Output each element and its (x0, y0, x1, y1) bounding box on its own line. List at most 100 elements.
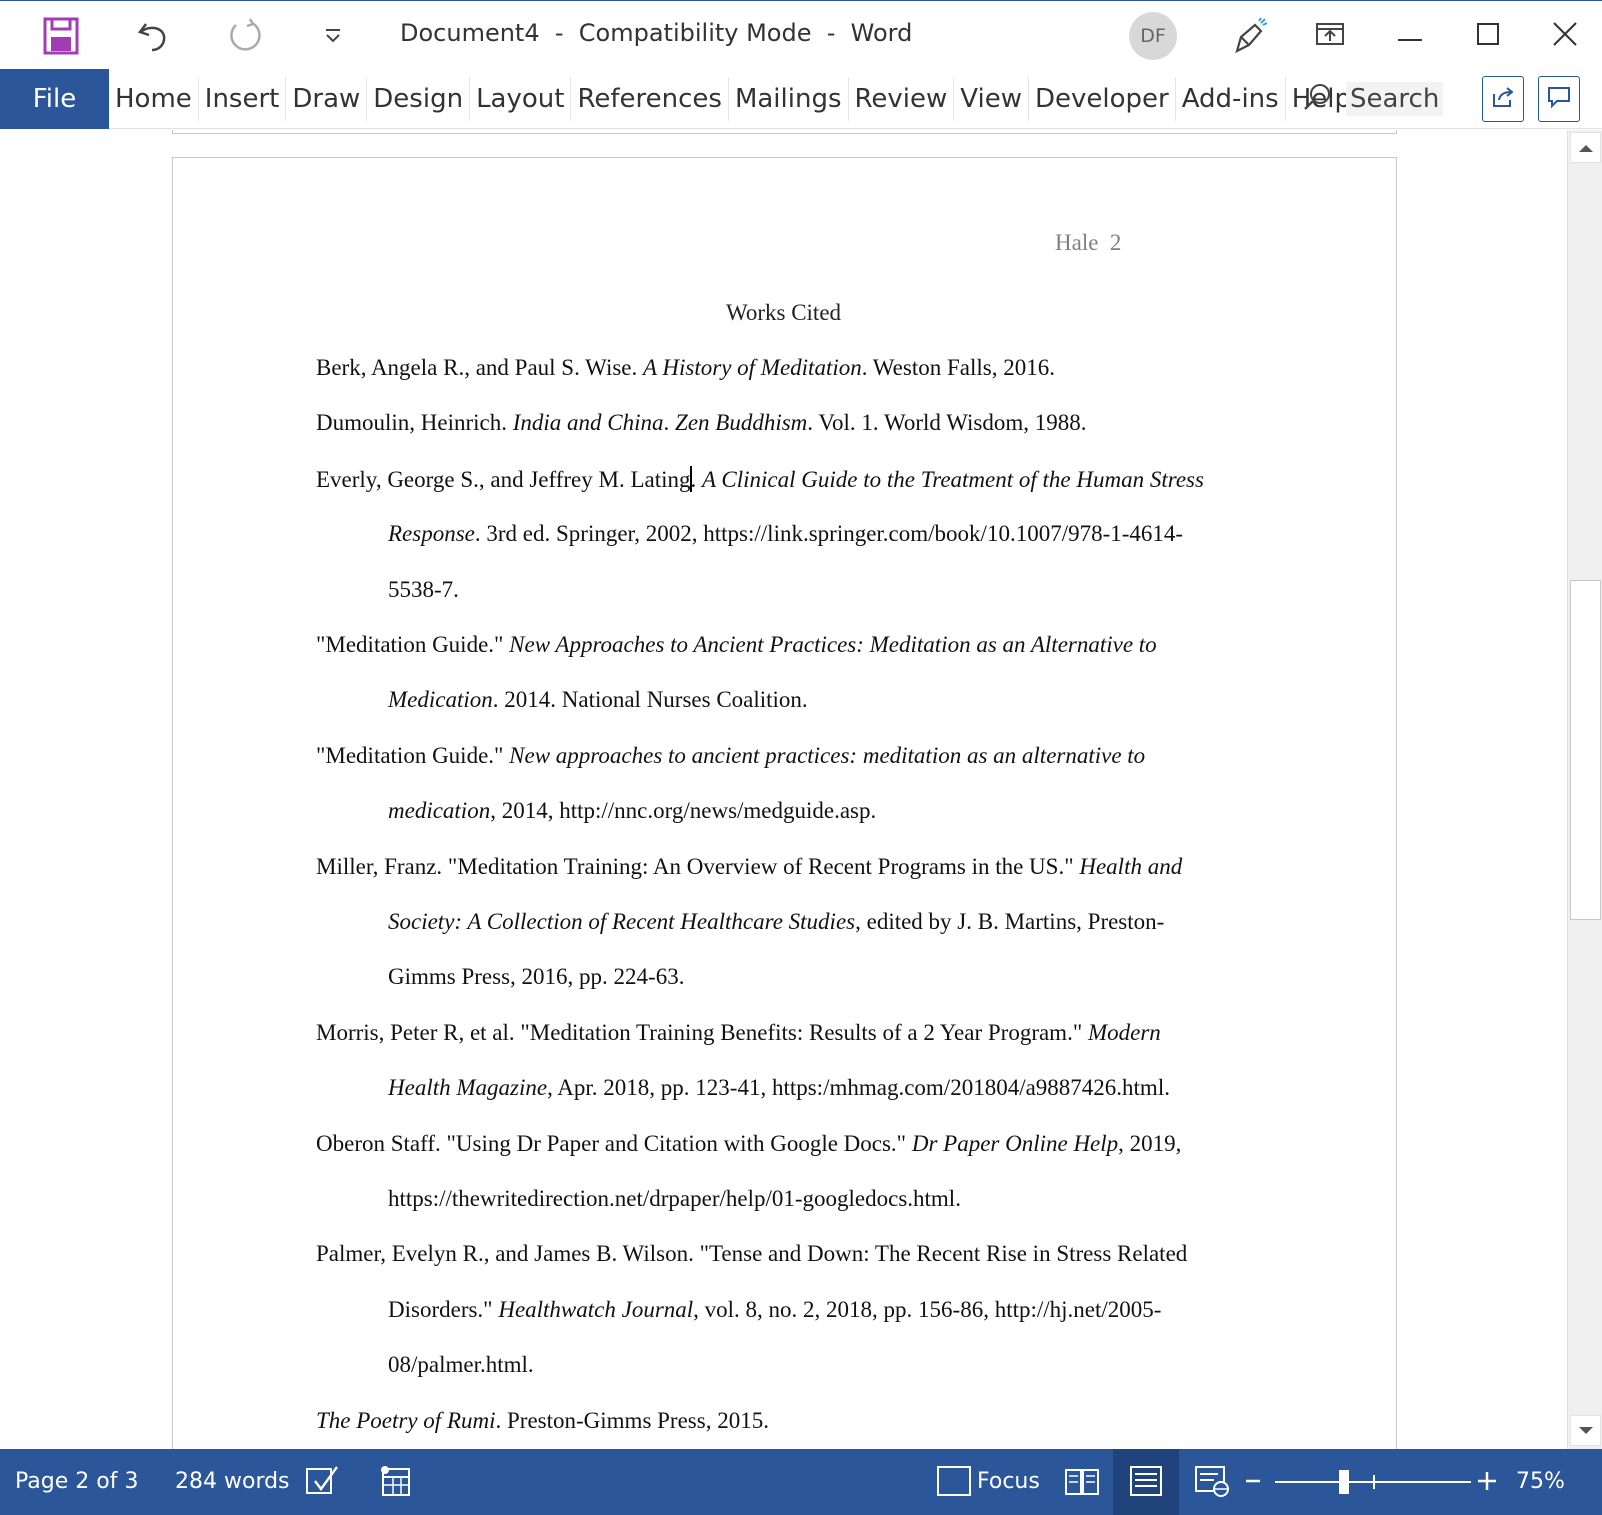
citation-title-text: New approaches to ancient practices: med… (509, 742, 1146, 768)
citation-text: , 2019, (1118, 1130, 1182, 1156)
citation-text: , 2014, http://nnc.org/news/medguide.asp… (490, 798, 877, 824)
ribbon-display-icon (1315, 21, 1345, 51)
citation-line: Disorders." Healthwatch Journal, vol. 8,… (388, 1297, 1161, 1323)
search-label: Search (1346, 82, 1444, 116)
citation-line: Palmer, Evelyn R., and James B. Wilson. … (316, 1241, 1187, 1267)
citation-line: "Meditation Guide." New Approaches to An… (316, 632, 1157, 658)
scroll-up-button[interactable] (1570, 132, 1601, 163)
scrollbar-thumb[interactable] (1570, 580, 1601, 920)
page-header: Hale 2 (1055, 230, 1122, 255)
citation-title-text: Health and (1079, 853, 1183, 879)
minimize-icon (1398, 27, 1422, 46)
citation-title-text: Healthwatch Journal (498, 1296, 694, 1322)
zoom-level[interactable]: 75% (1516, 1469, 1565, 1494)
redo-icon[interactable] (220, 11, 270, 61)
web-layout-icon[interactable] (1192, 1463, 1232, 1499)
citation-line: 5538-7. (388, 577, 459, 603)
previous-page-edge (172, 130, 1397, 134)
citation-text: , edited by J. B. Martins, Preston- (855, 909, 1165, 934)
citation-line: Society: A Collection of Recent Healthca… (388, 909, 1164, 935)
vertical-scrollbar[interactable] (1567, 130, 1602, 1449)
focus-mode-icon[interactable] (934, 1463, 974, 1499)
citation-title-text: A History of Meditation (643, 355, 862, 380)
macro-recording-icon[interactable] (376, 1463, 416, 1499)
citation-title-text: Society: A Collection of Recent Healthca… (388, 909, 856, 934)
focus-label[interactable]: Focus (977, 1469, 1040, 1494)
citation-text: "Meditation Guide." (316, 632, 510, 657)
citation-title-text: India and China (512, 410, 664, 436)
citation-line: 08/palmer.html. (388, 1352, 534, 1378)
zoom-slider-thumb[interactable] (1338, 1470, 1349, 1494)
citation-line: Morris, Peter R, et al. "Meditation Trai… (316, 1020, 1161, 1046)
citation-text: . (663, 410, 676, 436)
zoom-in-button[interactable] (1474, 1463, 1500, 1499)
close-icon (1553, 22, 1577, 50)
minimize-button[interactable] (1380, 11, 1440, 61)
citation-text: . Preston-Gimms Press, 2015. (495, 1407, 769, 1433)
tab-home[interactable]: Home (109, 77, 199, 121)
citation-title-text: Health Magazine (388, 1075, 548, 1101)
title-bar: Document4 - Compatibility Mode - Word DF (0, 0, 1602, 69)
search-box[interactable]: Search (1302, 77, 1444, 121)
tab-draw[interactable]: Draw (286, 77, 368, 121)
status-bar: Page 2 of 3 284 words Focus 75% (0, 1449, 1602, 1515)
search-icon (1302, 82, 1332, 116)
tab-layout[interactable]: Layout (470, 77, 572, 121)
citation-title-text: Zen Buddhism (675, 410, 808, 436)
citation-title-text: New Approaches to Ancient Practices: Med… (509, 632, 1157, 657)
tab-insert[interactable]: Insert (199, 77, 287, 121)
citation-text: Dumoulin, Heinrich. (316, 410, 513, 436)
citation-line: Health Magazine, Apr. 2018, pp. 123-41, … (388, 1075, 1170, 1101)
citation-line: "Meditation Guide." New approaches to an… (316, 743, 1145, 769)
zoom-slider-midpoint (1373, 1475, 1375, 1489)
tab-view[interactable]: View (954, 77, 1029, 121)
citation-line: Medication. 2014. National Nurses Coalit… (388, 687, 808, 713)
page-number-indicator[interactable]: Page 2 of 3 (15, 1469, 138, 1494)
designer-icon[interactable] (1225, 11, 1275, 61)
word-count[interactable]: 284 words (175, 1469, 290, 1494)
print-layout-icon[interactable] (1126, 1463, 1166, 1499)
citation-text: . (690, 466, 703, 492)
tab-design[interactable]: Design (367, 77, 471, 121)
share-button[interactable] (1482, 76, 1524, 122)
citation-text: 08/palmer.html. (388, 1352, 534, 1378)
undo-icon[interactable] (129, 11, 179, 61)
citation-title-text: medication (388, 798, 491, 824)
citation-text: Miller, Franz. "Meditation Training: An … (316, 853, 1080, 879)
comments-button[interactable] (1538, 76, 1580, 122)
save-icon[interactable] (36, 11, 86, 61)
tab-review[interactable]: Review (849, 77, 955, 121)
citation-title-text: The Poetry of Rumi (316, 1407, 496, 1433)
citation-text: Gimms Press, 2016, pp. 224-63. (388, 964, 685, 990)
citation-title-text: Dr Paper Online Help (911, 1130, 1119, 1156)
citation-text: 5538-7. (388, 576, 459, 602)
maximize-icon (1477, 23, 1499, 49)
citation-title-text: A Clinical Guide to the Treatment of the… (702, 466, 1204, 492)
avatar[interactable]: DF (1129, 12, 1177, 60)
chevron-down-icon (1578, 1421, 1594, 1440)
citation-text: , vol. 8, no. 2, 2018, pp. 156-86, http:… (693, 1296, 1162, 1322)
read-mode-icon[interactable] (1062, 1463, 1102, 1499)
tab-developer[interactable]: Developer (1029, 77, 1176, 121)
comment-icon (1546, 84, 1572, 114)
zoom-out-button[interactable] (1240, 1463, 1266, 1499)
citation-line: medication, 2014, http://nnc.org/news/me… (388, 798, 876, 824)
works-cited-heading: Works Cited (725, 300, 842, 325)
citation-text: . 2014. National Nurses Coalition. (492, 687, 808, 713)
scroll-down-button[interactable] (1570, 1415, 1601, 1446)
tab-references[interactable]: References (571, 77, 729, 121)
citation-line: Miller, Franz. "Meditation Training: An … (316, 854, 1182, 880)
citation-line: https://thewritedirection.net/drpaper/he… (388, 1186, 961, 1212)
window-title: Document4 - Compatibility Mode - Word (400, 19, 913, 47)
maximize-button[interactable] (1458, 11, 1518, 61)
citation-line: Everly, George S., and Jeffrey M. Lating… (316, 465, 1204, 493)
close-button[interactable] (1535, 11, 1595, 61)
tab-mailings[interactable]: Mailings (729, 77, 849, 121)
customize-toolbar-icon[interactable] (308, 11, 358, 61)
citation-text: Morris, Peter R, et al. "Meditation Trai… (316, 1019, 1088, 1045)
tab-add-ins[interactable]: Add-ins (1176, 77, 1286, 121)
proofing-icon[interactable] (303, 1463, 343, 1499)
citation-line: Response. 3rd ed. Springer, 2002, https:… (388, 521, 1183, 547)
ribbon-display-options-button[interactable] (1300, 11, 1360, 61)
tab-file[interactable]: File (0, 69, 109, 129)
